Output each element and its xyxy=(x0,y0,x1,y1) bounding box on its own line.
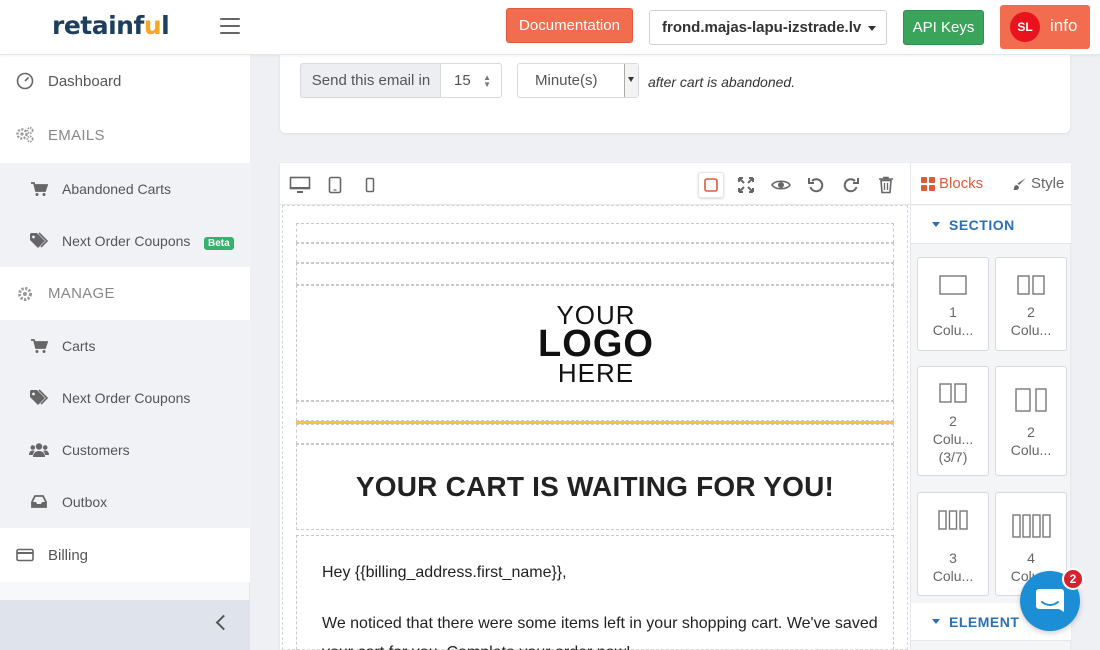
spacer-row[interactable] xyxy=(296,424,894,444)
panel-tabs: Blocks Style xyxy=(911,163,1071,205)
users-icon xyxy=(29,440,49,460)
user-menu-button[interactable]: SL info xyxy=(1000,5,1090,49)
paintbrush-icon xyxy=(1013,177,1026,190)
mobile-view-icon[interactable] xyxy=(357,172,383,198)
greeting-text: Hey {{billing_address.first_name}}, xyxy=(322,564,567,581)
gears-icon xyxy=(15,125,35,145)
documentation-button[interactable]: Documentation xyxy=(506,8,633,43)
block-2-columns[interactable]: 2 Colu... xyxy=(995,257,1067,351)
store-selector[interactable]: frond.majas-lapu-izstrade.lv xyxy=(649,10,887,45)
caret-down-icon xyxy=(868,26,876,31)
email-editor: YOUR LOGO HERE YOUR CART IS WAITING FOR … xyxy=(280,163,1071,650)
after-abandoned-text: after cart is abandoned. xyxy=(648,74,796,90)
two-column-equal-icon xyxy=(939,383,967,403)
two-column-icon xyxy=(1017,275,1045,295)
cart-icon xyxy=(29,179,49,199)
sidebar-item-carts[interactable]: Carts xyxy=(0,320,250,372)
menu-toggle-icon[interactable] xyxy=(220,18,240,34)
email-body-section[interactable]: Hey {{billing_address.first_name}}, We n… xyxy=(296,535,894,650)
logo-section[interactable]: YOUR LOGO HERE xyxy=(296,285,894,401)
email-canvas[interactable]: YOUR LOGO HERE YOUR CART IS WAITING FOR … xyxy=(280,205,910,650)
preview-eye-icon[interactable] xyxy=(768,172,794,198)
delay-amount-input[interactable]: 15 ▲ ▼ xyxy=(440,63,502,98)
undo-icon[interactable] xyxy=(803,172,829,198)
four-column-icon xyxy=(1012,514,1051,538)
sidebar-heading-manage: MANAGE xyxy=(0,267,250,320)
avatar: SL xyxy=(1010,12,1040,42)
body-text: We noticed that there were some items le… xyxy=(322,615,878,650)
block-2-columns-3-7[interactable]: 2 Colu... (3/7) xyxy=(917,366,989,476)
email-delay-card: Send this email in 15 ▲ ▼ Minute(s) after… xyxy=(280,55,1070,133)
fullscreen-icon[interactable] xyxy=(733,172,759,198)
sidebar-collapse-button[interactable] xyxy=(0,600,250,650)
two-column-uneven-icon xyxy=(1015,388,1047,412)
block-2-columns-7-3[interactable]: 2 Colu... xyxy=(995,366,1067,476)
spacer-row[interactable] xyxy=(296,243,894,263)
redo-icon[interactable] xyxy=(838,172,864,198)
gear-icon xyxy=(15,284,35,304)
editor-toolbar xyxy=(280,163,910,205)
sidebar-item-next-order-coupons-emails[interactable]: Next Order Coupons Beta xyxy=(0,215,250,267)
tab-blocks[interactable]: Blocks xyxy=(921,175,983,192)
spacer-row[interactable] xyxy=(296,263,894,285)
trash-icon[interactable] xyxy=(873,172,899,198)
dropdown-arrow-icon xyxy=(624,64,638,97)
caret-down-icon xyxy=(932,222,940,227)
grid-icon xyxy=(921,176,935,191)
chat-notification-badge: 2 xyxy=(1062,568,1084,590)
store-name: frond.majas-lapu-izstrade.lv xyxy=(662,19,862,36)
sidebar: Dashboard EMAILS Abandoned Carts Next Or… xyxy=(0,55,250,650)
cart-headline[interactable]: YOUR CART IS WAITING FOR YOU! xyxy=(296,444,894,530)
user-menu-label: info xyxy=(1050,16,1078,35)
sidebar-item-billing[interactable]: Billing xyxy=(0,528,250,582)
beta-badge: Beta xyxy=(204,237,234,250)
section-category-header[interactable]: SECTION xyxy=(911,206,1071,244)
desktop-view-icon[interactable] xyxy=(287,172,313,198)
block-3-columns[interactable]: 3 Colu... xyxy=(917,492,989,596)
top-header: retainful Documentation frond.majas-lapu… xyxy=(0,0,1100,55)
dashboard-gauge-icon xyxy=(15,71,35,91)
block-1-column[interactable]: 1 Colu... xyxy=(917,257,989,351)
logo-here-text: HERE xyxy=(557,358,635,388)
one-column-icon xyxy=(939,275,967,295)
delay-unit-select[interactable]: Minute(s) xyxy=(517,63,639,98)
sidebar-item-next-order-coupons[interactable]: Next Order Coupons xyxy=(0,372,250,424)
sidebar-item-dashboard[interactable]: Dashboard xyxy=(0,55,250,107)
credit-card-icon xyxy=(15,545,35,565)
send-delay-label: Send this email in xyxy=(300,63,441,98)
tags-icon xyxy=(29,388,49,408)
sidebar-item-abandoned-carts[interactable]: Abandoned Carts xyxy=(0,163,250,215)
sidebar-item-outbox[interactable]: Outbox xyxy=(0,476,250,528)
tags-icon xyxy=(29,231,49,251)
divider-spacer-row[interactable] xyxy=(296,401,894,421)
preheader-row[interactable] xyxy=(296,223,894,243)
tablet-view-icon[interactable] xyxy=(322,172,348,198)
tab-style[interactable]: Style xyxy=(1013,175,1064,192)
three-column-icon xyxy=(938,510,968,530)
sidebar-item-customers[interactable]: Customers xyxy=(0,424,250,476)
cart-icon xyxy=(29,336,49,356)
show-borders-icon[interactable] xyxy=(698,172,724,198)
inbox-tray-icon xyxy=(29,492,49,512)
retainful-logo[interactable]: retainful xyxy=(52,11,170,40)
sidebar-heading-emails: EMAILS xyxy=(0,107,250,163)
stepper-arrows-icon[interactable]: ▲ ▼ xyxy=(483,74,491,89)
caret-down-icon xyxy=(932,619,940,624)
chevron-left-icon xyxy=(215,614,232,631)
api-keys-button[interactable]: API Keys xyxy=(903,10,984,45)
